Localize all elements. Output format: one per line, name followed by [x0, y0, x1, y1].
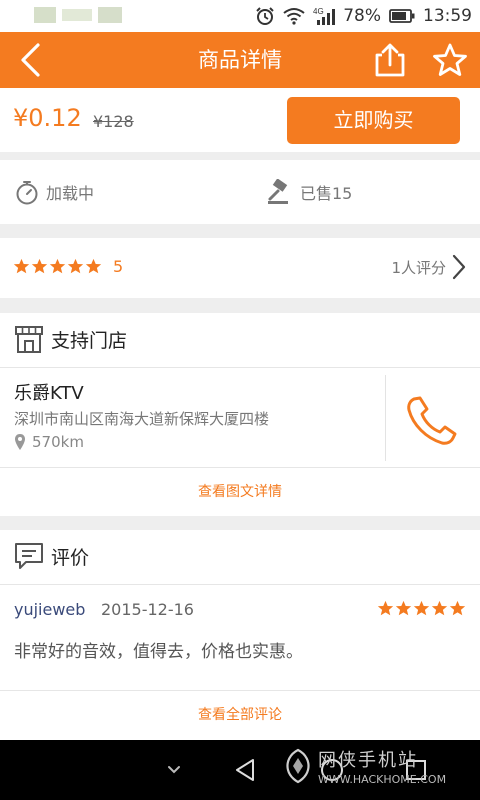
status-icons: 4G 78% 13:59 [255, 0, 472, 32]
original-price: ¥128 [93, 112, 134, 131]
rating-row[interactable]: 5 1人评分 [0, 238, 480, 298]
favorite-star-icon[interactable] [430, 42, 470, 78]
distance-value: 570km [32, 433, 84, 451]
star-icon [395, 600, 412, 616]
store-address: 深圳市南山区南海大道新保辉大厦四楼 [14, 410, 270, 428]
price-section: ¥0.12 ¥128 立即购买 [0, 88, 480, 152]
stopwatch-icon [16, 181, 38, 205]
star-icon [13, 258, 30, 274]
review-stars [377, 600, 466, 617]
store-icon [15, 326, 43, 353]
star-icon [449, 600, 466, 616]
view-details-link[interactable]: 查看图文详情 [0, 467, 480, 515]
app-header: 商品详情 [0, 32, 480, 88]
chevron-right-icon [452, 254, 466, 280]
stats-section: 加载中 已售15 [0, 160, 480, 224]
share-icon[interactable] [370, 42, 410, 78]
review-text: 非常好的音效，值得去，价格也实惠。 [14, 642, 303, 662]
star-icon [49, 258, 66, 274]
buy-now-button[interactable]: 立即购买 [287, 97, 460, 144]
review-section: 评价 yujieweb 2015-12-16 非常好的音效，值得去，价格也实惠。… [0, 530, 480, 740]
hide-keyboard-icon[interactable] [160, 756, 188, 784]
signal-icon: 4G [313, 7, 336, 25]
review-date: 2015-12-16 [101, 600, 194, 619]
sold-stat: 已售15 [266, 160, 352, 224]
store-name[interactable]: 乐爵KTV [14, 379, 84, 405]
star-icon [85, 258, 102, 274]
watermark-url: WWW.HACKHOME.COM [318, 773, 447, 786]
review-username: yujieweb [14, 600, 86, 619]
star-icon [377, 600, 394, 616]
star-icon [31, 258, 48, 274]
gavel-icon [268, 179, 288, 204]
comment-icon [15, 543, 43, 569]
watermark: 网侠手机站 WWW.HACKHOME.COM [280, 742, 470, 798]
review-section-header: 评价 [0, 530, 480, 585]
loading-label: 加载中 [46, 184, 95, 203]
location-pin-icon [15, 434, 25, 450]
battery-icon [389, 9, 415, 23]
rating-count: 1人评分 [391, 259, 446, 277]
wifi-icon [283, 8, 305, 25]
store-section-title: 支持门店 [51, 330, 128, 352]
alarm-icon [256, 7, 274, 25]
rating-score: 5 [113, 257, 124, 276]
status-bar: 4G 78% 13:59 [0, 0, 480, 32]
rating-stars [13, 258, 102, 275]
star-icon [413, 600, 430, 616]
status-app-logo-icon [34, 7, 122, 23]
store-divider [385, 375, 386, 461]
back-triangle-icon[interactable] [232, 756, 260, 784]
watermark-title: 网侠手机站 [318, 750, 418, 771]
star-icon [67, 258, 84, 274]
network-label: 4G [313, 7, 324, 16]
store-section: 支持门店 乐爵KTV 深圳市南山区南海大道新保辉大厦四楼 570km 查看图文详… [0, 313, 480, 516]
clock-time: 13:59 [423, 6, 472, 26]
watermark-logo-icon [286, 748, 310, 784]
battery-percent: 78% [343, 6, 381, 26]
star-icon [431, 600, 448, 616]
store-section-header: 支持门店 [0, 313, 480, 368]
loading-stat: 加载中 [14, 160, 94, 224]
system-nav-bar: 网侠手机站 WWW.HACKHOME.COM [0, 740, 480, 800]
review-section-title: 评价 [51, 547, 90, 569]
current-price: ¥0.12 [13, 104, 82, 132]
back-arrow-icon[interactable] [14, 42, 50, 78]
view-all-reviews-link[interactable]: 查看全部评论 [0, 690, 480, 738]
store-distance: 570km [14, 433, 84, 451]
phone-icon[interactable] [400, 393, 464, 449]
sold-count: 已售15 [300, 184, 353, 203]
